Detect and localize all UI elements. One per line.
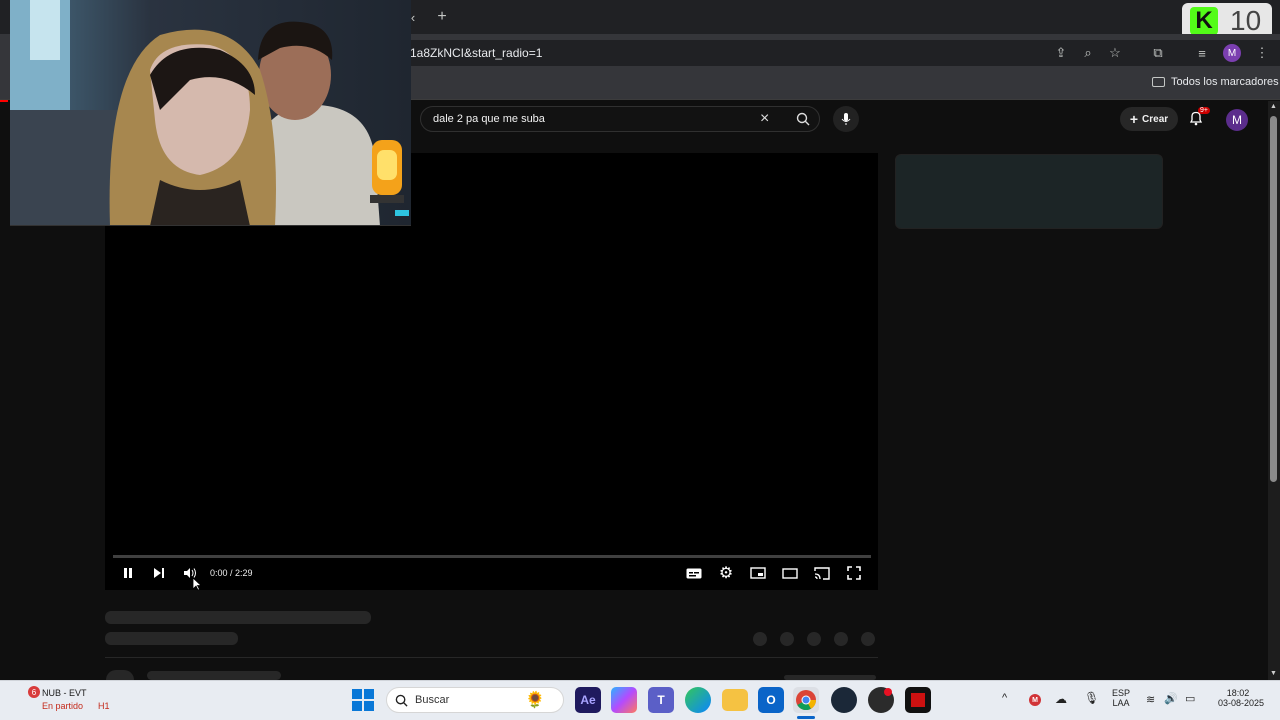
sunflower-icon: 🌻 <box>525 692 545 709</box>
kick-logo-icon: K <box>1190 7 1218 35</box>
webcam-overlay <box>10 0 411 226</box>
speaker-icon[interactable]: 🔊 <box>1164 692 1178 705</box>
recording-indicator <box>884 688 892 696</box>
page-load-progress <box>0 100 8 102</box>
new-tab-button[interactable]: + <box>432 7 452 27</box>
gear-icon: ⚙ <box>718 565 734 582</box>
steam-icon[interactable] <box>831 687 857 713</box>
taskbar-search-placeholder: Buscar <box>415 694 450 706</box>
antivirus-tray-icon[interactable]: M <box>1029 694 1041 706</box>
text-skeleton <box>147 671 281 680</box>
microphone-tray-icon[interactable]: 🎙 <box>1084 691 1099 705</box>
show-hidden-icons-icon[interactable]: ^ <box>1002 692 1007 704</box>
battery-icon[interactable]: ▭ <box>1185 692 1195 705</box>
voice-search-button[interactable] <box>833 106 859 132</box>
search-button[interactable] <box>786 106 820 132</box>
windows-logo-icon <box>352 689 374 711</box>
next-icon <box>154 568 164 578</box>
clock[interactable]: 18:02 03-08-2025 <box>1212 688 1264 708</box>
time-display: 0:00 / 2:29 <box>210 568 253 578</box>
subtitles-icon <box>686 568 702 578</box>
subtitles-button[interactable] <box>684 563 704 583</box>
clock-time: 18:02 <box>1226 688 1250 698</box>
youtube-avatar[interactable]: M <box>1226 109 1248 131</box>
install-app-icon[interactable]: ⇪ <box>1051 43 1071 63</box>
notifications-button[interactable]: 9+ <box>1188 107 1210 130</box>
channel-skeleton <box>105 632 238 645</box>
fullscreen-icon <box>847 566 861 580</box>
all-bookmarks-label: Todos los marcadores <box>1171 76 1279 88</box>
search-query: dale 2 pa que me suba <box>433 113 545 125</box>
action-skeleton <box>807 632 821 646</box>
active-app-indicator <box>797 716 815 719</box>
language-indicator[interactable]: ESP LAA <box>1112 688 1130 708</box>
game-app-icon[interactable] <box>905 687 931 713</box>
webcam-image <box>10 0 411 225</box>
create-button[interactable]: + Crear <box>1120 107 1178 131</box>
next-button[interactable] <box>149 563 169 583</box>
extensions-icon[interactable]: ⧉ <box>1148 43 1168 63</box>
avatar-skeleton <box>106 670 134 680</box>
folder-icon <box>1152 77 1165 87</box>
fullscreen-button[interactable] <box>844 563 864 583</box>
copilot-icon[interactable] <box>611 687 637 713</box>
notification-badge: 9+ <box>1198 107 1210 114</box>
address-bar-url: 1a8ZkNCI&start_radio=1 <box>410 46 543 60</box>
action-skeleton <box>834 632 848 646</box>
settings-button[interactable]: ⚙ <box>716 563 736 583</box>
divider <box>105 657 878 658</box>
zoom-icon[interactable]: ⌕ <box>1078 43 1098 63</box>
scrollbar-thumb[interactable] <box>1270 116 1277 482</box>
action-skeleton <box>861 632 875 646</box>
wifi-icon[interactable]: ≋ <box>1146 693 1155 706</box>
search-icon <box>796 112 810 126</box>
viewer-counter: 10 <box>1230 5 1262 36</box>
bookmark-star-icon[interactable]: ☆ <box>1105 43 1125 63</box>
plus-icon: + <box>1129 111 1139 127</box>
match-widget-badge: 6 <box>28 686 40 698</box>
outlook-icon[interactable]: O <box>758 687 784 713</box>
clock-date: 03-08-2025 <box>1217 698 1264 708</box>
cast-icon <box>814 566 830 580</box>
action-skeleton <box>753 632 767 646</box>
keyboard-layout: LAA <box>1112 698 1130 708</box>
after-effects-icon[interactable]: Ae <box>575 687 601 713</box>
mouse-cursor-icon <box>192 577 203 596</box>
edge-icon[interactable] <box>685 687 711 713</box>
create-label: Crear <box>1142 113 1169 125</box>
microphone-icon <box>841 113 851 125</box>
video-progress-bar[interactable] <box>113 555 871 558</box>
start-button[interactable] <box>352 689 374 716</box>
language-code: ESP <box>1112 688 1131 698</box>
title-skeleton <box>105 611 371 624</box>
cast-button[interactable] <box>812 563 832 583</box>
profile-avatar[interactable]: M <box>1223 44 1241 62</box>
theater-icon <box>782 567 798 579</box>
pause-button[interactable] <box>118 563 138 583</box>
all-bookmarks-folder[interactable]: Todos los marcadores <box>1152 76 1279 88</box>
search-icon <box>395 694 408 707</box>
sidebar-ad-placeholder <box>895 154 1163 229</box>
match-widget-half: H1 <box>98 701 110 711</box>
menu-kebab-icon[interactable]: ⋮ <box>1252 43 1272 63</box>
match-widget-status: En partido <box>42 701 84 711</box>
match-widget-title[interactable]: NUB - EVT <box>42 688 87 698</box>
media-control-icon[interactable]: ≡ <box>1192 43 1212 63</box>
file-explorer-icon[interactable] <box>722 689 748 711</box>
pause-icon <box>124 568 132 578</box>
teams-icon[interactable]: T <box>648 687 674 713</box>
theater-mode-button[interactable] <box>780 563 800 583</box>
taskbar-search[interactable]: Buscar 🌻 <box>386 687 564 713</box>
scroll-up-icon[interactable]: ▲ <box>1270 103 1277 110</box>
clear-search-icon[interactable]: × <box>760 110 769 128</box>
miniplayer-icon <box>750 567 766 579</box>
chrome-icon[interactable] <box>793 687 819 713</box>
scroll-down-icon[interactable]: ▼ <box>1270 670 1277 677</box>
action-skeleton <box>780 632 794 646</box>
onedrive-icon[interactable]: ☁ <box>1055 692 1067 706</box>
miniplayer-button[interactable] <box>748 563 768 583</box>
